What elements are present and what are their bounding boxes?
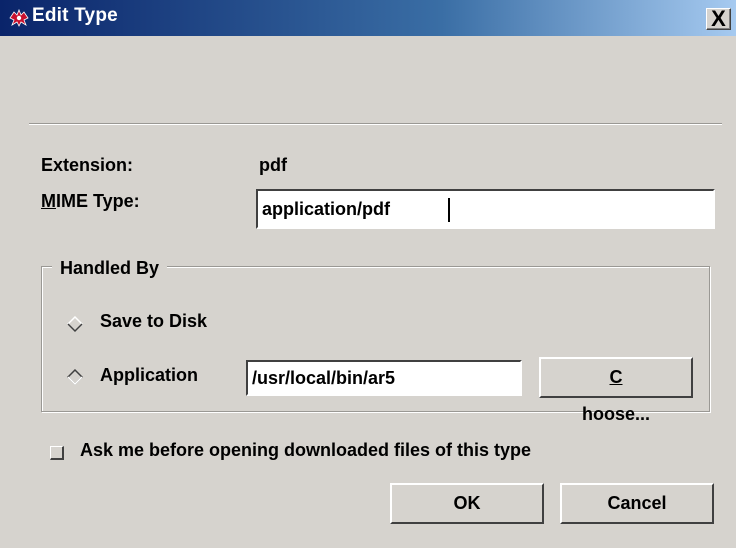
ok-button-label: OK bbox=[453, 493, 481, 513]
mime-type-field[interactable] bbox=[256, 189, 715, 229]
app-icon bbox=[9, 8, 29, 27]
save-to-disk-radio[interactable] bbox=[67, 316, 83, 332]
close-icon: X bbox=[711, 6, 726, 31]
extension-value: pdf bbox=[259, 155, 287, 175]
choose-button[interactable]: Choose... bbox=[539, 357, 693, 424]
cancel-button[interactable]: Cancel bbox=[560, 483, 714, 524]
application-label[interactable]: Application bbox=[100, 365, 198, 386]
choose-button-label: Choose... bbox=[581, 367, 650, 424]
mime-type-label: MIME Type: bbox=[41, 191, 140, 211]
application-radio[interactable] bbox=[67, 369, 83, 385]
mime-type-input[interactable] bbox=[258, 191, 713, 227]
cancel-button-label: Cancel bbox=[607, 493, 667, 513]
handled-by-legend: Handled By bbox=[52, 258, 168, 279]
title-bar[interactable]: Edit Type X bbox=[0, 0, 736, 37]
separator bbox=[29, 123, 722, 125]
text-caret bbox=[448, 198, 450, 222]
ok-button[interactable]: OK bbox=[390, 483, 544, 524]
close-button[interactable]: X bbox=[706, 6, 731, 31]
application-path-input[interactable] bbox=[248, 362, 520, 394]
ask-checkbox[interactable] bbox=[50, 446, 64, 460]
save-to-disk-label[interactable]: Save to Disk bbox=[100, 311, 207, 332]
extension-label: Extension: bbox=[41, 155, 134, 175]
edit-type-dialog: Edit Type X Extension: pdf MIME Type: Ha… bbox=[0, 0, 736, 548]
ask-checkbox-label[interactable]: Ask me before opening downloaded files o… bbox=[80, 440, 531, 461]
application-path-field[interactable] bbox=[246, 360, 522, 396]
window-title: Edit Type bbox=[32, 5, 118, 26]
